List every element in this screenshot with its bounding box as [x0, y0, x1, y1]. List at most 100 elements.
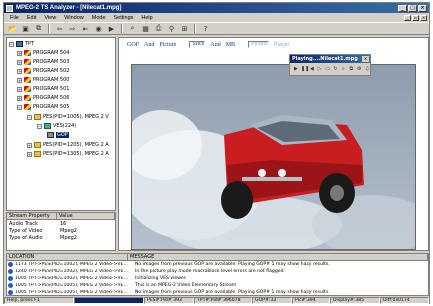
expand-icon[interactable]: +	[17, 86, 22, 92]
tree-item-pes[interactable]: + PES(PID=1305), MPEG 2 A	[27, 150, 109, 158]
tab-picture[interactable]: Picture	[159, 42, 176, 48]
maximize-button[interactable]: □	[408, 4, 417, 12]
mdi-minimize-button[interactable]: _	[404, 14, 411, 21]
log-row[interactable]: 1005 TPT->PES(PID=1005), MPEG 2 Video->V…	[7, 289, 428, 295]
expand-icon[interactable]: +	[17, 77, 22, 83]
log-row[interactable]: 1240 TPT->PES(PID=1002), MPEG 2 Video->V…	[7, 268, 428, 275]
mdi-restore-button[interactable]: ▫	[412, 14, 419, 21]
search-icon[interactable]: ⚲	[166, 24, 177, 34]
first-icon[interactable]: ⇤	[80, 24, 91, 34]
lock-icon[interactable]: ⊞	[179, 24, 190, 34]
column-header[interactable]: Value	[57, 213, 115, 219]
property-row: Type of Video Mpeg2	[7, 227, 115, 234]
tab-player[interactable]: Player	[274, 42, 289, 48]
tree-item-program[interactable]: − PROGRAM 505	[17, 103, 69, 111]
tree-item-program[interactable]: + PROGRAM 506	[17, 94, 69, 102]
chart-icon[interactable]: ▦	[140, 24, 151, 34]
log-message: This is an MPEG-2 Video Elementary Strea…	[135, 283, 237, 288]
collapse-icon[interactable]: −	[17, 104, 22, 110]
message-log[interactable]: LOCATION MESSAGE 1173 TPT->PES(PID=1002)…	[6, 253, 429, 296]
log-row[interactable]: 1005 TPT->PES(PID=1002), MPEG 2 Video->V…	[7, 275, 428, 282]
back-icon[interactable]: ⇦	[54, 24, 65, 34]
collapse-icon[interactable]: −	[37, 123, 42, 129]
log-row[interactable]: 1005 TPT->PES(PID=1005), MPEG 2 Video->V…	[7, 282, 428, 289]
tree-item-program[interactable]: + PROGRAM 503	[17, 58, 69, 66]
tree-item-label: PES(PID=1205), MPEG 2 A	[43, 142, 109, 148]
tree-item-program[interactable]: + PROGRAM 504	[17, 49, 69, 57]
expand-icon[interactable]: +	[17, 59, 22, 65]
menu-mode[interactable]: Mode	[88, 15, 110, 21]
open-icon[interactable]: 📂	[7, 24, 18, 34]
property-value: Mpeg2	[60, 227, 77, 234]
forward-icon[interactable]: ⇨	[67, 24, 78, 34]
tab-slice[interactable]: Slice	[189, 41, 206, 48]
print-icon[interactable]: ⎙	[153, 24, 164, 34]
expand-icon[interactable]: +	[27, 142, 32, 148]
menu-window[interactable]: Window	[60, 15, 88, 21]
tree-item-pes[interactable]: − PES(PID=1005), MPEG 2 V	[27, 113, 109, 121]
log-message: No images from previous GOP are availabl…	[135, 290, 330, 295]
title-bar: MPEG-2 TS Analyzer - [Nilecat1.mpg] _ □ …	[4, 3, 429, 13]
log-location: 1005 TPT->PES(PID=1005), MPEG 2 Video->V…	[15, 283, 128, 288]
log-row[interactable]: 1173 TPT->PES(PID=1002), MPEG 2 Video->V…	[7, 261, 428, 268]
tab-gop[interactable]: GOP	[127, 42, 139, 48]
column-header[interactable]: Stream Property	[7, 213, 57, 219]
play-icon[interactable]: ▶	[106, 24, 117, 34]
tree-item-ves[interactable]: − VES(224)	[37, 122, 76, 130]
info-icon	[8, 276, 13, 281]
menu-help[interactable]: Help	[137, 15, 156, 21]
tree-item-label: TPT	[25, 41, 35, 47]
tree-item-label: PES(PID=1305), MPEG 2 A	[43, 151, 109, 157]
menu-file[interactable]: File	[6, 15, 23, 21]
log-location: 1005 TPT->PES(PID=1005), MPEG 2 Video->V…	[15, 290, 128, 295]
expand-icon[interactable]: +	[17, 95, 22, 101]
save-icon[interactable]: ▣	[20, 24, 31, 34]
tree-item-program[interactable]: + PROGRAM 502	[17, 67, 69, 75]
app-icon	[6, 4, 13, 12]
stop-icon[interactable]: ◉	[93, 24, 104, 34]
volume-icon[interactable]: ♫	[364, 66, 370, 73]
zoom-icon[interactable]: ⌕	[340, 66, 346, 73]
toolbar-separator	[194, 24, 196, 33]
stream-tree[interactable]: − TPT + PROGRAM 504 + PROGRAM 503 + PROG…	[6, 37, 116, 211]
tree-item-tpt[interactable]: − TPT	[9, 40, 34, 48]
step-back-icon[interactable]: ◀	[309, 66, 315, 73]
status-progress	[74, 297, 144, 304]
menu-edit[interactable]: Edit	[23, 15, 40, 21]
column-header[interactable]: MESSAGE	[128, 254, 428, 260]
loop-icon[interactable]: ↻	[333, 66, 339, 73]
expand-icon[interactable]: +	[27, 151, 32, 157]
tree-item-program[interactable]: + PROGRAM 501	[17, 85, 69, 93]
info-icon	[8, 262, 13, 267]
settings-icon[interactable]: ⚙	[356, 66, 362, 73]
tab-picture-dim[interactable]: Picture	[248, 41, 270, 48]
tree-item-program[interactable]: + PROGRAM 500	[17, 76, 69, 84]
menu-settings[interactable]: Settings	[110, 15, 138, 21]
log-location: 1240 TPT->PES(PID=1002), MPEG 2 Video->V…	[15, 269, 128, 274]
tab-mb[interactable]: MB	[226, 42, 235, 48]
tree-item-pes[interactable]: + PES(PID=1205), MPEG 2 A	[27, 141, 109, 149]
minimize-button[interactable]: _	[398, 4, 407, 12]
help-icon[interactable]: ?	[200, 24, 211, 34]
expand-icon[interactable]: +	[17, 68, 22, 74]
mdi-close-button[interactable]: ×	[420, 14, 427, 21]
menu-view[interactable]: View	[40, 15, 60, 21]
copy-icon[interactable]: ⧉	[33, 24, 44, 34]
play-icon[interactable]: ▶	[293, 66, 299, 73]
tab-and[interactable]: And	[210, 42, 220, 48]
column-header[interactable]: LOCATION	[7, 254, 128, 260]
expand-icon[interactable]: +	[17, 50, 22, 56]
close-button[interactable]: ×	[418, 4, 427, 12]
zoom-icon[interactable]: ⌕	[127, 24, 138, 34]
player-window[interactable]: Playing....Nilecat1.mpg × ▶ ❚❚ ◀ ▷ ▭ ↻ ⌕…	[289, 54, 371, 76]
player-close-button[interactable]: ×	[362, 56, 369, 62]
collapse-icon[interactable]: −	[9, 41, 14, 47]
tree-item-gop[interactable]: GOP	[47, 131, 69, 139]
frame-icon[interactable]: ▭	[325, 66, 331, 73]
video-frame[interactable]	[131, 64, 416, 250]
collapse-icon[interactable]: −	[27, 114, 32, 120]
tab-and[interactable]: And	[144, 42, 154, 48]
pause-icon[interactable]: ❚❚	[301, 66, 309, 73]
step-forward-icon[interactable]: ▷	[317, 66, 323, 73]
copy-icon[interactable]: ⧉	[348, 66, 354, 73]
